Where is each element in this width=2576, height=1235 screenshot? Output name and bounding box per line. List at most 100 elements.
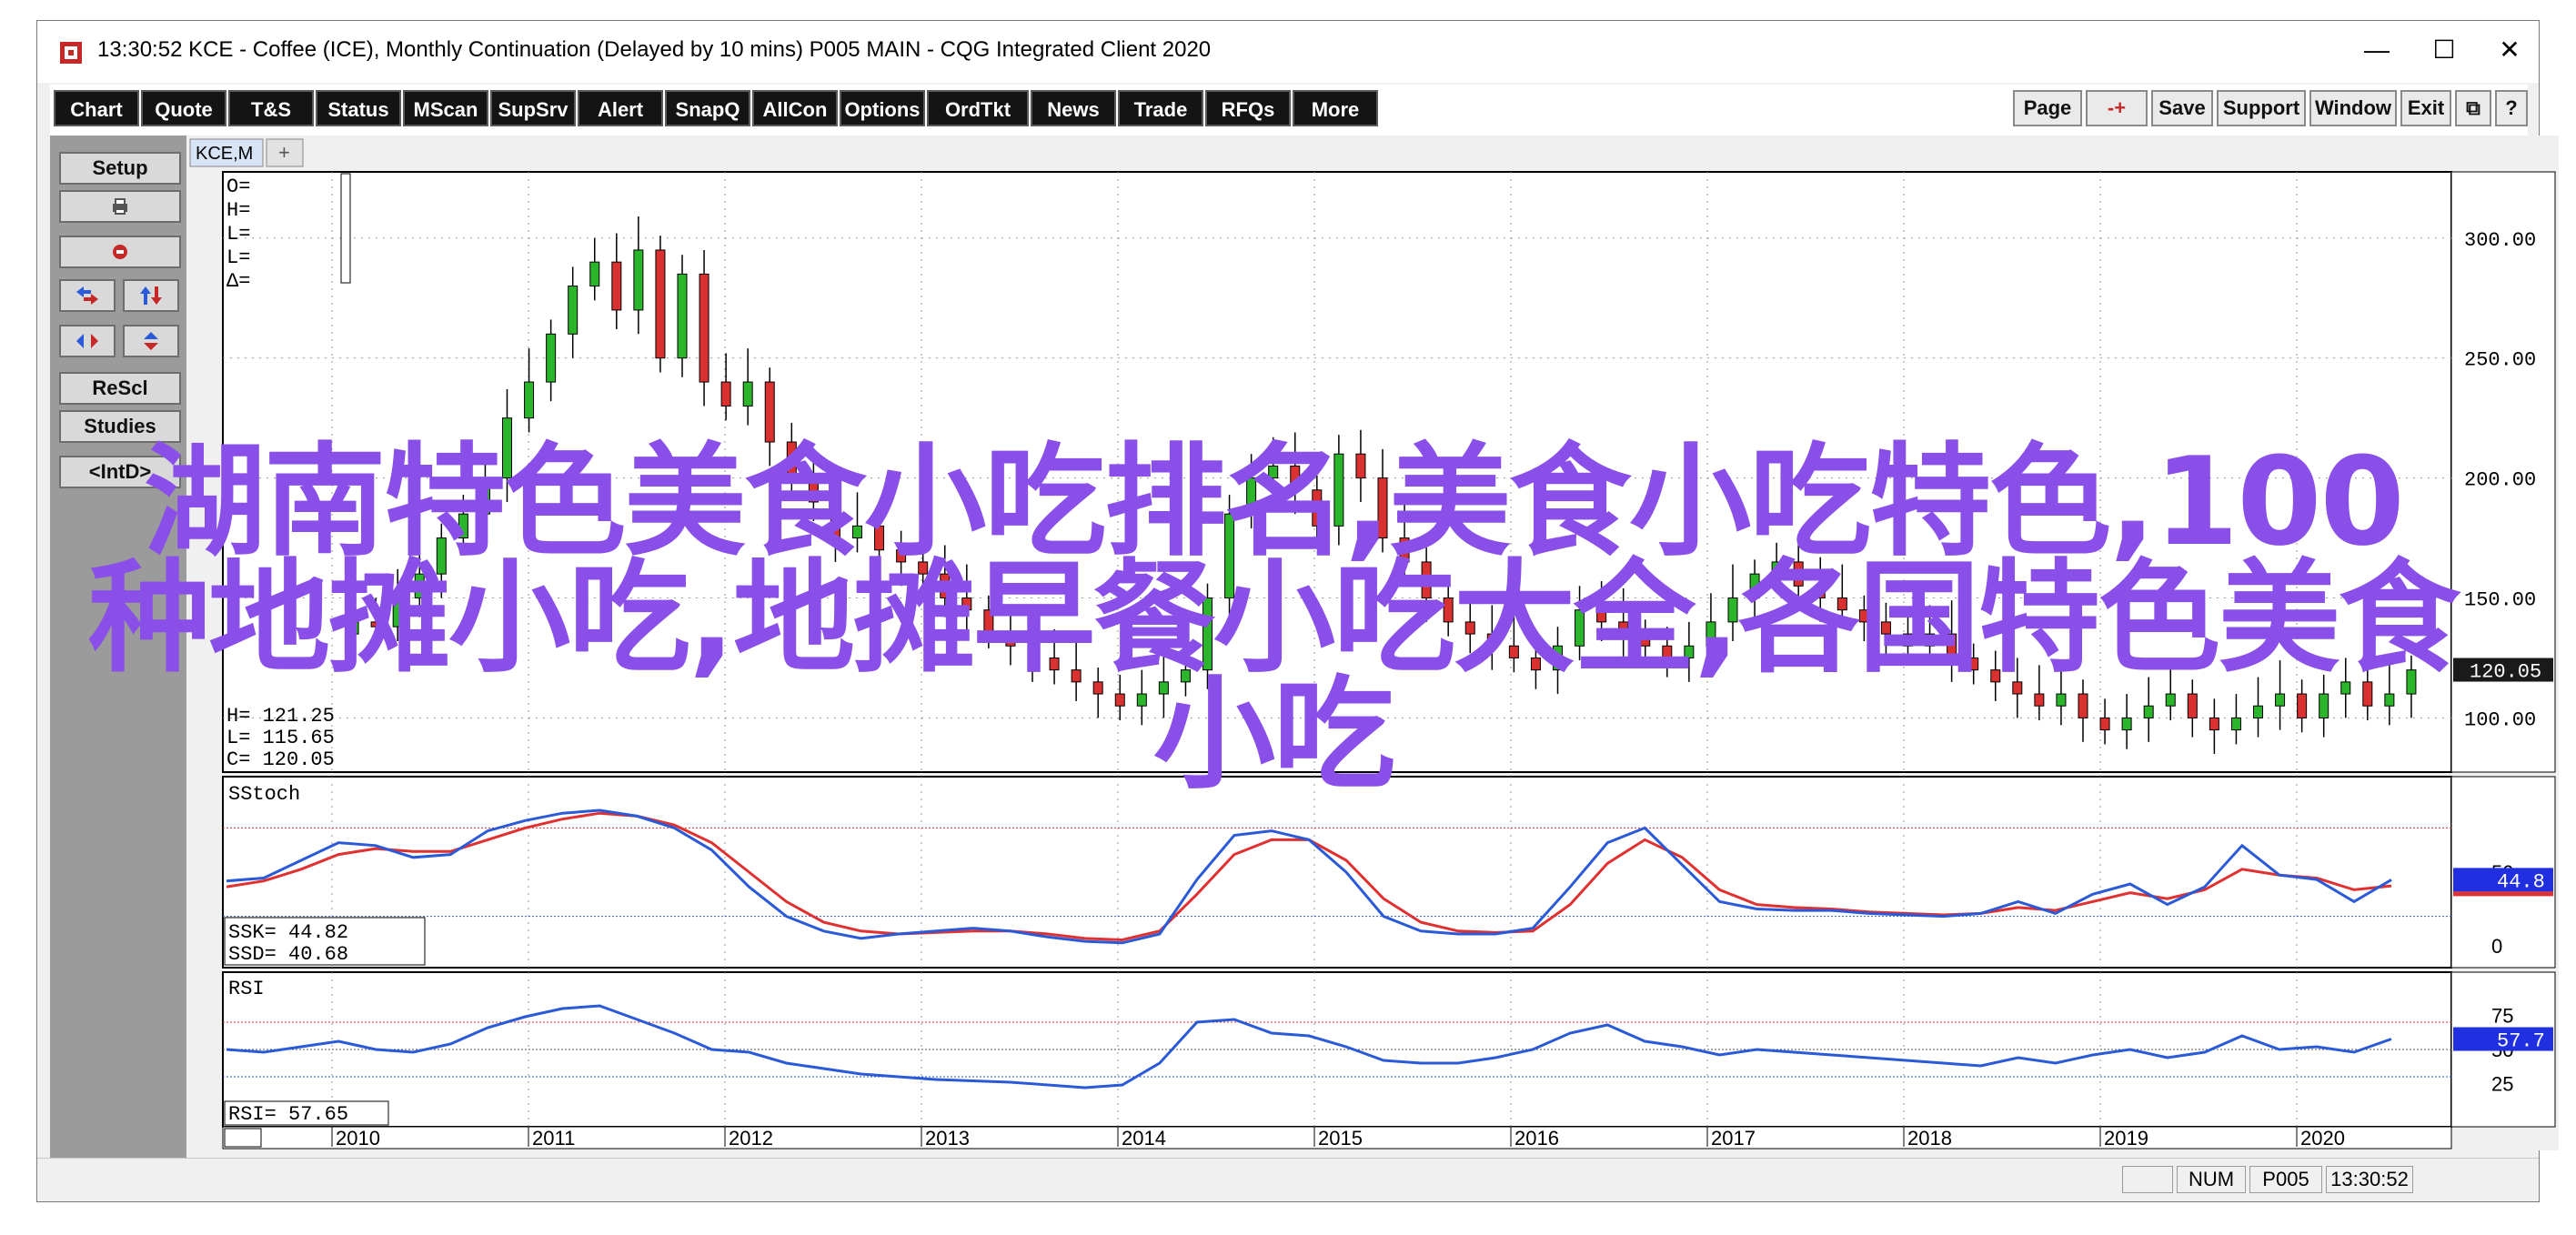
stoch-panel-title: SStoch <box>228 783 300 806</box>
up-candle <box>546 333 557 383</box>
panel-2-frame <box>222 776 2452 969</box>
chart-area: KCE,M + 2010 2011 2012 2013 2014 2015 2016 2017… <box>186 136 2559 1150</box>
down-candle <box>1903 633 1913 647</box>
support-button[interactable]: Support <box>2217 90 2306 126</box>
toolbar-chart-button[interactable]: Chart <box>54 90 139 126</box>
minimize-button[interactable]: — <box>2339 28 2415 72</box>
up-candle <box>414 573 425 599</box>
toolbar-status-button[interactable]: Status <box>316 90 401 126</box>
up-candle <box>2275 693 2286 707</box>
compress-vertical-button[interactable] <box>123 325 179 357</box>
down-candle <box>764 381 775 443</box>
toolbar-quote-button[interactable]: Quote <box>141 90 226 126</box>
up-candle <box>436 537 447 575</box>
ssk-value-label: SSK= 44.82 <box>228 921 348 944</box>
x-axis-year-label: 2017 <box>1711 1127 1756 1150</box>
rescale-button[interactable]: ReScl <box>59 372 181 405</box>
down-candle <box>1355 453 1366 479</box>
scroll-left-button[interactable] <box>59 279 116 312</box>
compress-vertical-icon <box>144 332 158 350</box>
restore-window-icon[interactable]: ⧉ <box>2455 90 2491 126</box>
rsi-tick-label: 75 <box>2491 1005 2513 1028</box>
scroll-vertical-button[interactable] <box>123 279 179 312</box>
zoom-button[interactable]: -+ <box>2086 90 2148 126</box>
print-button[interactable] <box>59 190 181 223</box>
page-button[interactable]: Page <box>2013 90 2082 126</box>
toolbar-supsrv-button[interactable]: SupSrv <box>490 90 576 126</box>
window-button[interactable]: Window <box>2309 90 2397 126</box>
down-candle <box>1377 477 1388 539</box>
up-candle <box>589 261 600 287</box>
ohlc-bottom-label: L= 115.65 <box>226 727 335 749</box>
toolbar-news-button[interactable]: News <box>1031 90 1116 126</box>
save-button[interactable]: Save <box>2151 90 2213 126</box>
down-candle <box>720 381 731 407</box>
down-candle <box>1640 633 1651 647</box>
ohlc-bottom-label: C= 120.05 <box>226 748 335 771</box>
up-candle <box>2340 681 2351 695</box>
toolbar-trade-button[interactable]: Trade <box>1118 90 1203 126</box>
toolbar-ordtkt-button[interactable]: OrdTkt <box>927 90 1029 126</box>
ohlc-top-label: Δ= <box>226 270 250 293</box>
down-candle <box>370 621 381 628</box>
down-candle <box>1793 561 1804 587</box>
up-candle <box>2384 693 2395 707</box>
toolbar-allcon-button[interactable]: AllCon <box>752 90 838 126</box>
app-window: 13:30:52 KCE - Coffee (ICE), Monthly Con… <box>36 20 2559 1202</box>
up-candle <box>2253 705 2263 718</box>
rsi-tick-label: 25 <box>2491 1073 2513 1096</box>
up-candle <box>1224 513 1235 599</box>
toolbar-mscan-button[interactable]: MScan <box>403 90 488 126</box>
up-candle <box>1575 609 1585 647</box>
help-icon[interactable]: ? <box>2495 90 2528 126</box>
window-title: 13:30:52 KCE - Coffee (ICE), Monthly Con… <box>97 37 1212 62</box>
down-candle <box>2078 693 2088 718</box>
current-price-label: 120.05 <box>2470 661 2541 684</box>
toolbar-alert-button[interactable]: Alert <box>578 90 663 126</box>
exit-button[interactable]: Exit <box>2400 90 2451 126</box>
up-candle <box>1246 477 1257 515</box>
setup-button[interactable]: Setup <box>59 152 181 185</box>
toolbar-options-button[interactable]: Options <box>840 90 925 126</box>
x-axis-year-label: 2011 <box>532 1127 575 1150</box>
up-candle <box>524 381 535 419</box>
x-axis-year-label: 2010 <box>336 1127 380 1150</box>
toolbar-ts-button[interactable]: T&S <box>228 90 314 126</box>
down-candle <box>786 441 797 479</box>
intd-button[interactable]: <IntD> <box>59 456 181 488</box>
down-candle <box>1443 597 1454 623</box>
x-axis-year-label: 2019 <box>2104 1127 2148 1150</box>
up-candle <box>677 273 688 359</box>
ohlc-top-label: L= <box>226 223 250 246</box>
toolbar-rfqs-button[interactable]: RFQs <box>1205 90 1291 126</box>
down-candle <box>983 609 994 635</box>
down-candle <box>1290 465 1301 491</box>
stoch-current-label: 44.8 <box>2497 870 2545 893</box>
toolbar-more-button[interactable]: More <box>1293 90 1378 126</box>
up-candle <box>1180 669 1191 683</box>
up-candle <box>502 417 512 479</box>
down-candle <box>1027 645 1038 658</box>
chart-svg[interactable]: KCE,M + 2010 2011 2012 2013 2014 2015 2016 2017… <box>186 136 2559 1150</box>
status-blank <box>2122 1166 2173 1193</box>
down-candle <box>2012 681 2023 695</box>
close-button[interactable]: ✕ <box>2471 28 2548 72</box>
ohlc-top-label: H= <box>226 199 250 222</box>
price-tick-label: 250.00 <box>2464 349 2536 372</box>
up-candle <box>2143 705 2154 718</box>
link-button[interactable] <box>59 236 181 268</box>
up-candle <box>852 525 862 539</box>
studies-button[interactable]: Studies <box>59 410 181 443</box>
x-axis-year-label: 2012 <box>729 1127 773 1150</box>
down-candle <box>2187 693 2198 718</box>
down-candle <box>1618 621 1629 635</box>
toolbar-snapq-button[interactable]: SnapQ <box>665 90 750 126</box>
left-sidebar: Setup ReScl Studies <IntD> <box>50 136 186 1172</box>
ssd-value-label: SSD= 40.68 <box>228 943 348 966</box>
compress-horizontal-button[interactable] <box>59 325 116 357</box>
x-axis-year-label: 2018 <box>1907 1127 1952 1150</box>
up-candle <box>633 249 644 311</box>
cursor-box <box>224 1128 262 1148</box>
up-candle <box>392 597 403 628</box>
ohlc-top-label: O= <box>226 176 250 198</box>
